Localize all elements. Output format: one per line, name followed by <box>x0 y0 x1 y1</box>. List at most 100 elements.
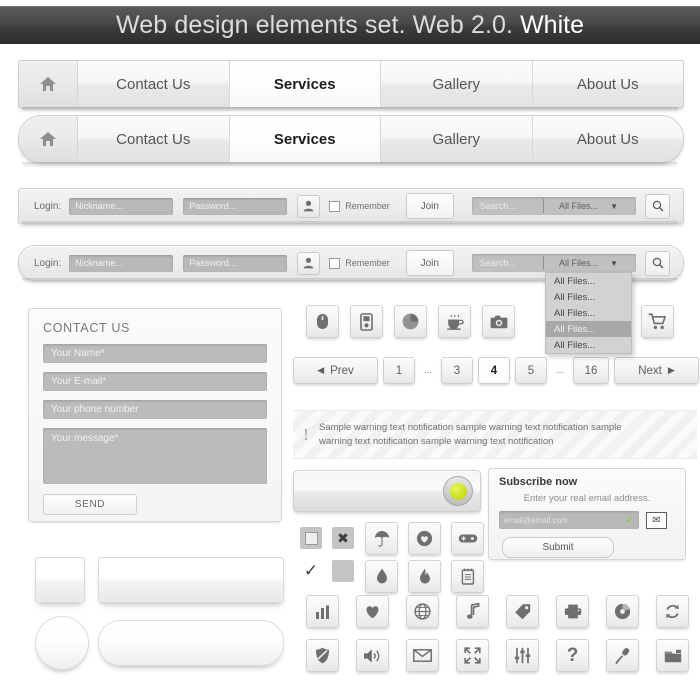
sliders-icon[interactable] <box>506 639 539 672</box>
close-x-icon[interactable]: ✖ <box>332 527 354 549</box>
search-placeholder: Search... <box>479 201 516 211</box>
dropdown-option[interactable]: All Files... <box>546 289 631 305</box>
search-filter-value[interactable]: All Files... <box>559 258 598 268</box>
microphone-icon[interactable] <box>606 639 639 672</box>
join-label: Join <box>420 200 439 212</box>
tag-icon[interactable] <box>506 595 539 628</box>
page-title-accent: White <box>520 10 584 39</box>
blank-square-icon[interactable] <box>332 560 354 582</box>
nav-item-services[interactable]: Services <box>229 61 381 107</box>
nickname-input[interactable]: Nickname... <box>69 197 174 215</box>
globe-icon[interactable] <box>406 595 439 628</box>
phone-field[interactable]: Your phone number <box>43 400 267 419</box>
blank-pill-button[interactable] <box>98 620 284 666</box>
fullscreen-icon[interactable] <box>456 639 489 672</box>
subscribe-email-value: email@email.com <box>504 515 568 525</box>
umbrella-icon[interactable] <box>365 522 398 555</box>
mobile-player-icon[interactable] <box>350 305 383 338</box>
gamepad-icon[interactable] <box>451 522 484 555</box>
search-input[interactable]: Search... All Files... ▼ <box>471 197 636 215</box>
search-icon[interactable] <box>645 193 670 219</box>
warning-notification: ! Sample warning text notification sampl… <box>293 410 697 459</box>
search-filter-value[interactable]: All Files... <box>559 201 598 211</box>
toggle-switch[interactable] <box>293 470 481 512</box>
toggle-indicator-light <box>449 482 467 500</box>
join-button[interactable]: Join <box>405 250 454 276</box>
message-field[interactable]: Your message* <box>43 428 267 484</box>
flame-icon[interactable] <box>408 560 441 593</box>
home-icon[interactable] <box>19 61 78 107</box>
mouse-icon[interactable] <box>306 305 339 338</box>
pie-chart-icon[interactable] <box>394 305 427 338</box>
user-icon[interactable] <box>297 194 321 218</box>
question-icon[interactable]: ? <box>556 639 589 672</box>
envelope-icon[interactable] <box>406 639 439 672</box>
nickname-input[interactable]: Nickname... <box>69 254 174 272</box>
folder-icon[interactable] <box>656 639 689 672</box>
nav-item-about-us[interactable]: About Us <box>533 61 684 107</box>
user-icon[interactable] <box>297 251 321 275</box>
speaker-icon[interactable] <box>356 639 389 672</box>
password-input[interactable]: Password... <box>183 197 288 215</box>
printer-icon[interactable] <box>556 595 589 628</box>
nav-item-contact-us[interactable]: Contact Us <box>78 61 230 107</box>
pagination-page-3[interactable]: 3 <box>441 357 473 384</box>
pagination-next-button[interactable]: Next ▶ <box>614 357 699 384</box>
blank-circle-button[interactable] <box>35 616 89 670</box>
chevron-down-icon[interactable]: ▼ <box>610 202 618 211</box>
home-icon[interactable] <box>19 116 78 162</box>
pagination-page-4-current[interactable]: 4 <box>478 357 510 384</box>
dropdown-option[interactable]: All Files... <box>546 273 631 289</box>
dropdown-option[interactable]: All Files... <box>546 337 631 353</box>
pagination-prev-button[interactable]: ◀ Prev <box>293 357 378 384</box>
send-button[interactable]: SEND <box>43 494 137 515</box>
dropdown-option[interactable]: All Files... <box>546 305 631 321</box>
notepad-icon[interactable] <box>451 560 484 593</box>
remember-checkbox[interactable] <box>329 200 341 212</box>
navbar-square: Contact Us Services Gallery About Us <box>18 60 684 108</box>
dropdown-option-selected[interactable]: All Files... <box>546 321 631 337</box>
heart-icon[interactable] <box>356 595 389 628</box>
disc-icon[interactable] <box>606 595 639 628</box>
envelope-icon[interactable]: ✉ <box>646 511 667 529</box>
nav-item-gallery[interactable]: Gallery <box>381 116 533 162</box>
refresh-icon[interactable] <box>656 595 689 628</box>
nav-item-about-us[interactable]: About Us <box>533 116 684 162</box>
name-field[interactable]: Your Name* <box>43 344 267 363</box>
check-mark-icon[interactable]: ✓ <box>300 560 322 582</box>
phone-placeholder: Your phone number <box>51 404 139 415</box>
search-input[interactable]: Search... All Files... ▼ <box>471 254 636 272</box>
pagination-page-16[interactable]: 16 <box>573 357 609 384</box>
blank-bar-button[interactable] <box>98 557 284 603</box>
stop-square-icon[interactable] <box>300 527 322 549</box>
blank-square-button[interactable] <box>35 557 85 603</box>
nav-item-gallery[interactable]: Gallery <box>381 61 533 107</box>
email-field[interactable]: Your E-mail* <box>43 372 267 391</box>
chevron-down-icon[interactable]: ▼ <box>610 259 618 268</box>
submit-label: Submit <box>542 542 574 553</box>
nav-label: Contact Us <box>116 75 191 93</box>
bar-chart-icon[interactable] <box>306 595 339 628</box>
search-icon[interactable] <box>645 250 670 276</box>
contact-form: CONTACT US Your Name* Your E-mail* Your … <box>28 308 282 522</box>
toggle-knob[interactable] <box>443 476 473 506</box>
subscribe-email-input[interactable]: email@email.com ✓ <box>499 511 639 529</box>
join-button[interactable]: Join <box>405 193 454 219</box>
remember-checkbox[interactable] <box>329 257 341 269</box>
pagination-prev-label: Prev <box>330 364 354 377</box>
password-input[interactable]: Password... <box>183 254 288 272</box>
nav-item-services[interactable]: Services <box>229 116 381 162</box>
nav-item-contact-us[interactable]: Contact Us <box>78 116 230 162</box>
filter-dropdown-menu[interactable]: All Files... All Files... All Files... A… <box>545 272 632 354</box>
music-note-icon[interactable] <box>456 595 489 628</box>
shield-icon[interactable] <box>306 639 339 672</box>
water-drop-icon[interactable] <box>365 560 398 593</box>
shopping-cart-icon[interactable] <box>641 305 674 338</box>
pagination-page-5[interactable]: 5 <box>515 357 547 384</box>
camera-icon[interactable] <box>482 305 515 338</box>
heart-badge-icon[interactable] <box>408 522 441 555</box>
icon-grid-large-row-2: ? <box>306 639 689 672</box>
coffee-cup-icon[interactable] <box>438 305 471 338</box>
pagination-page-1[interactable]: 1 <box>383 357 415 384</box>
subscribe-submit-button[interactable]: Submit <box>502 537 614 558</box>
